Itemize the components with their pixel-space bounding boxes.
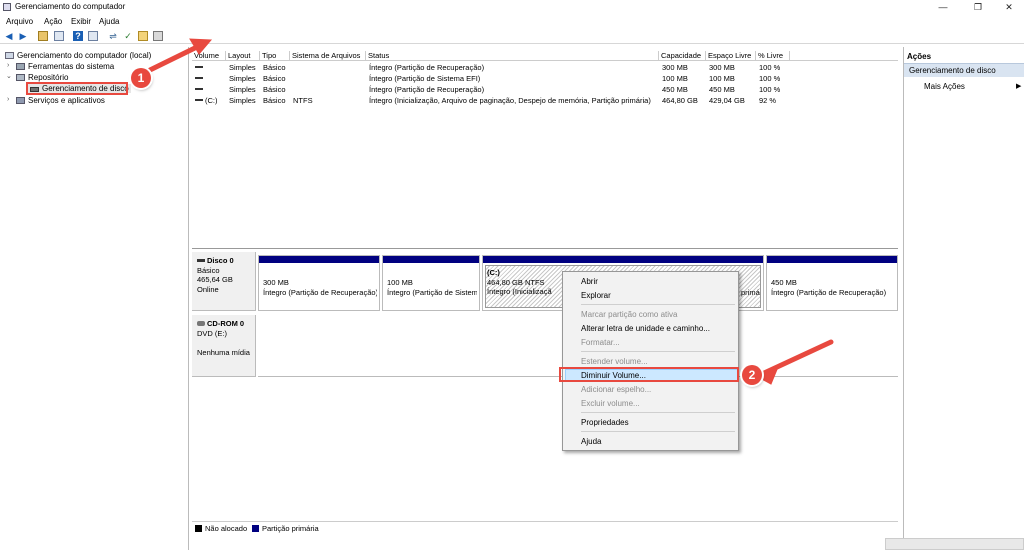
annotation-arrows <box>147 38 834 385</box>
step-badge-2: 2 <box>742 365 762 385</box>
arrow-1-shaft <box>147 42 204 73</box>
arrow-2-shaft <box>759 339 834 377</box>
step-badge-1: 1 <box>131 68 151 88</box>
